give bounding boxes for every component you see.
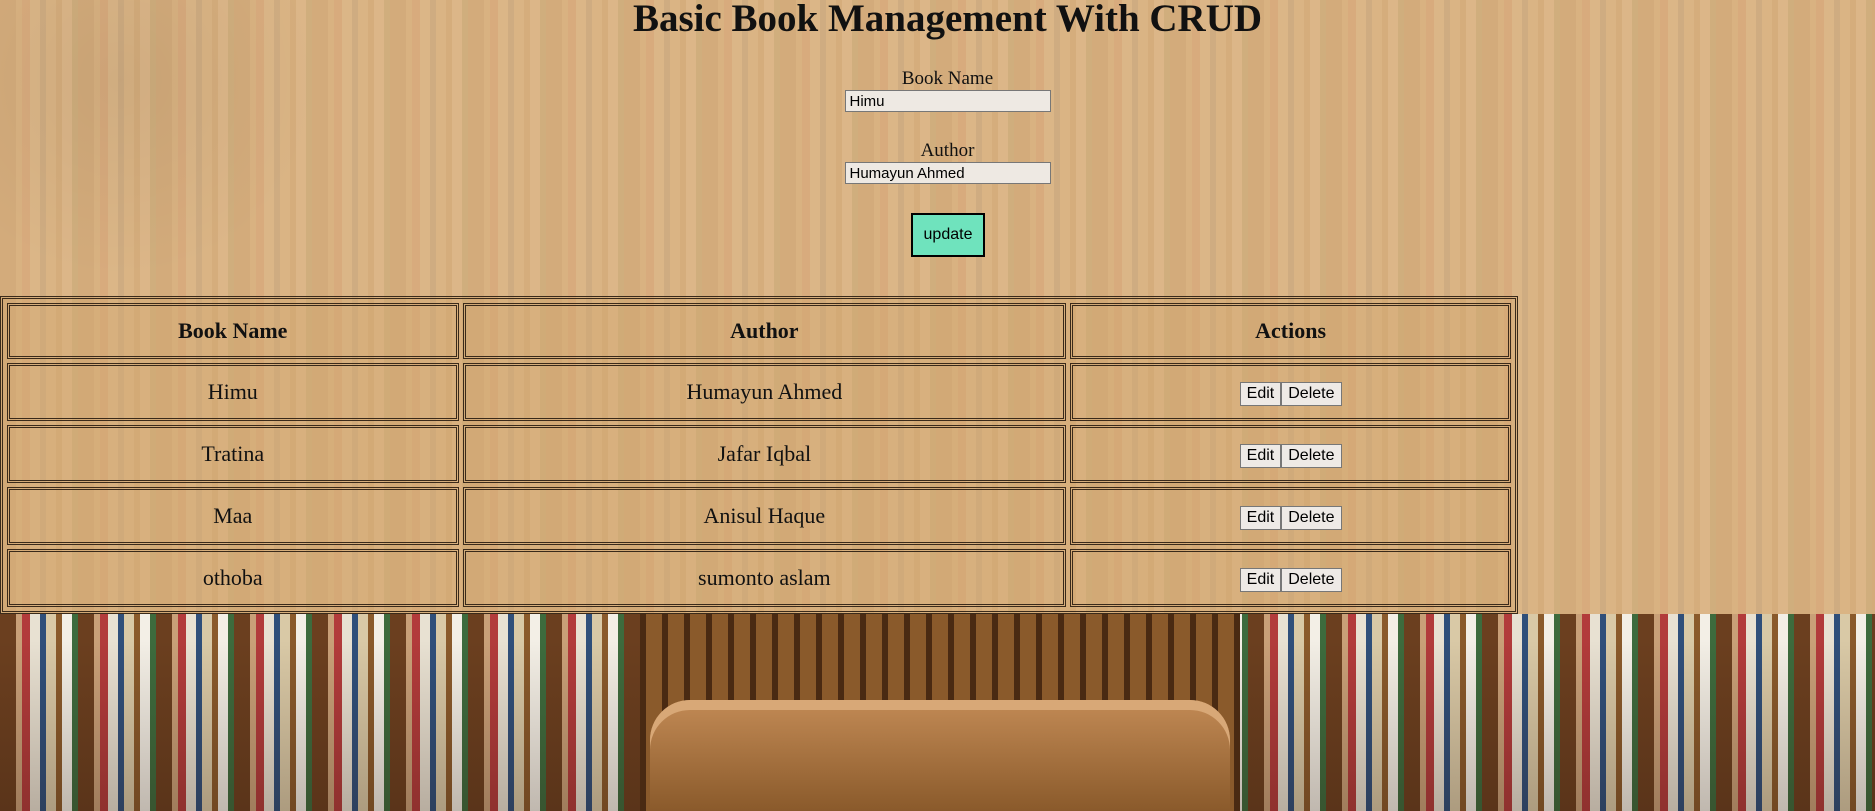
edit-button[interactable]: Edit xyxy=(1239,444,1282,468)
cell-author: Humayun Ahmed xyxy=(462,363,1067,421)
edit-button[interactable]: Edit xyxy=(1239,506,1282,530)
delete-button[interactable]: Delete xyxy=(1281,444,1342,468)
header-actions: Actions xyxy=(1070,303,1511,359)
update-button[interactable]: update xyxy=(911,213,985,257)
cell-actions: Edit Delete xyxy=(1070,487,1511,545)
book-name-input[interactable] xyxy=(844,90,1051,112)
cell-actions: Edit Delete xyxy=(1070,549,1511,607)
books-table: Book Name Author Actions Himu Humayun Ah… xyxy=(0,296,1518,614)
cell-book-name: Maa xyxy=(7,487,459,545)
cell-actions: Edit Delete xyxy=(1070,425,1511,483)
table-row: Tratina Jafar Iqbal Edit Delete xyxy=(7,425,1511,483)
edit-button[interactable]: Edit xyxy=(1239,568,1282,592)
book-name-field: Book Name xyxy=(0,69,1875,112)
table-header-row: Book Name Author Actions xyxy=(7,303,1511,359)
header-author: Author xyxy=(462,303,1067,359)
table-row: othoba sumonto aslam Edit Delete xyxy=(7,549,1511,607)
cell-author: sumonto aslam xyxy=(462,549,1067,607)
cell-author: Jafar Iqbal xyxy=(462,425,1067,483)
cell-book-name: Himu xyxy=(7,363,459,421)
author-label: Author xyxy=(920,140,975,161)
header-book-name: Book Name xyxy=(7,303,459,359)
delete-button[interactable]: Delete xyxy=(1281,506,1342,530)
edit-button[interactable]: Edit xyxy=(1239,382,1282,406)
delete-button[interactable]: Delete xyxy=(1281,568,1342,592)
author-input[interactable] xyxy=(844,162,1051,184)
cell-book-name: Tratina xyxy=(7,425,459,483)
page-title: Basic Book Management With CRUD xyxy=(632,0,1263,40)
table-row: Maa Anisul Haque Edit Delete xyxy=(7,487,1511,545)
delete-button[interactable]: Delete xyxy=(1281,382,1342,406)
author-field: Author xyxy=(0,141,1875,184)
cell-book-name: othoba xyxy=(7,549,459,607)
book-name-label: Book Name xyxy=(901,68,994,89)
table-row: Himu Humayun Ahmed Edit Delete xyxy=(7,363,1511,421)
cell-author: Anisul Haque xyxy=(462,487,1067,545)
wooden-balcony xyxy=(650,700,1230,811)
cell-actions: Edit Delete xyxy=(1070,363,1511,421)
